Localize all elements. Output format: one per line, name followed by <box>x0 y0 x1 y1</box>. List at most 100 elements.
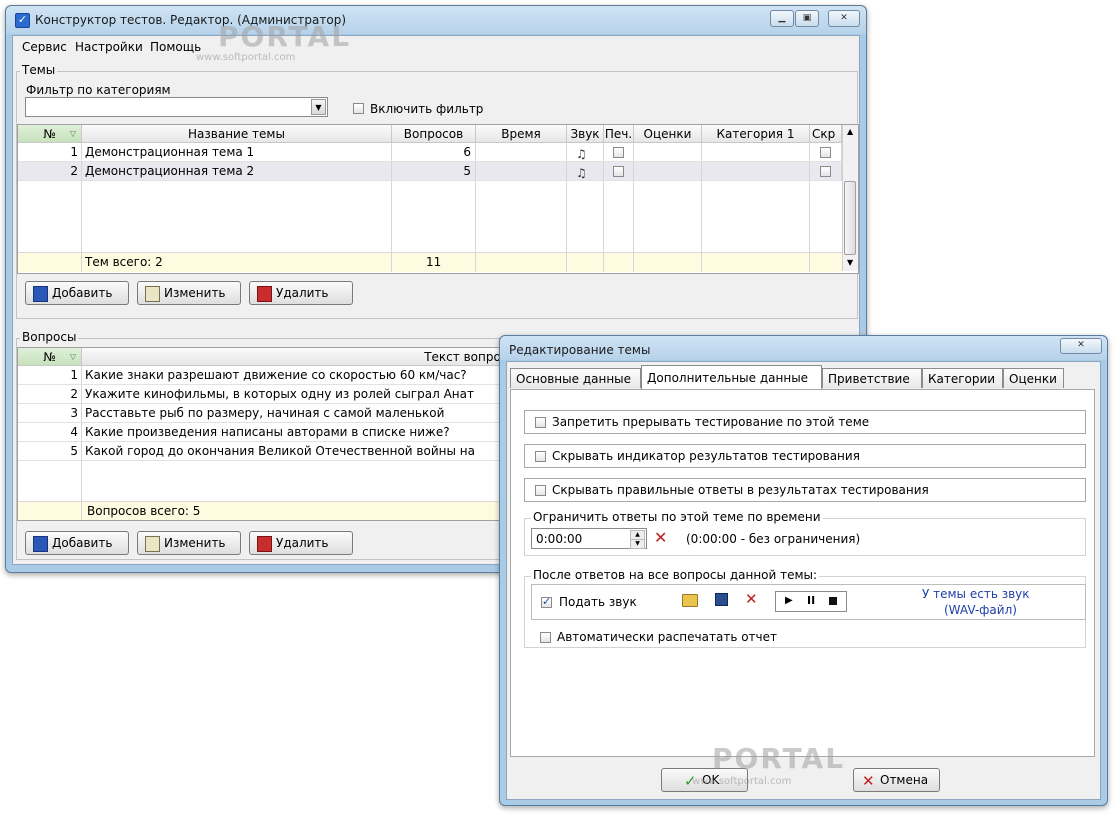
themes-scrollbar[interactable]: ▲ ▼ <box>842 125 858 271</box>
table-row[interactable]: 1 Демонстрационная тема 1 6 ♫ <box>18 143 842 162</box>
category-filter-select[interactable]: ▼ <box>25 97 328 117</box>
row-grades <box>634 143 702 162</box>
time-limit-input[interactable]: 0:00:00 ▲ ▼ <box>531 528 647 549</box>
tab-additional-data[interactable]: Дополнительные данные <box>641 365 822 389</box>
grid-line <box>603 181 604 252</box>
option-no-interrupt[interactable]: Запретить прерывать тестирование по этой… <box>524 410 1086 434</box>
row-category <box>702 143 810 162</box>
delete-sound-icon[interactable]: ✕ <box>745 590 758 608</box>
hidden-checkbox[interactable] <box>820 147 831 158</box>
themes-total-label: Тем всего: 2 <box>85 255 163 269</box>
no-interrupt-checkbox[interactable] <box>535 417 546 428</box>
grid-line <box>81 181 82 252</box>
col-category1[interactable]: Категория 1 <box>702 125 810 143</box>
row-num: 3 <box>18 404 82 423</box>
no-interrupt-label: Запретить прерывать тестирование по этой… <box>552 415 870 429</box>
grid-line <box>701 181 702 252</box>
grid-line <box>566 253 567 272</box>
grid-line <box>81 502 82 520</box>
clear-time-icon[interactable]: ✕ <box>654 528 667 547</box>
col-print[interactable]: Печ. <box>604 125 634 143</box>
menu-service[interactable]: Сервис <box>22 40 67 54</box>
grid-line <box>809 253 810 272</box>
stop-icon[interactable] <box>829 597 837 605</box>
tab-strip: Основные данные Дополнительные данные Пр… <box>510 365 1095 389</box>
sort-icon: ▽ <box>69 352 76 361</box>
hide-answers-checkbox[interactable] <box>535 485 546 496</box>
main-titlebar[interactable]: ✓ Конструктор тестов. Редактор. (Админис… <box>6 6 866 34</box>
hide-indicator-label: Скрывать индикатор результатов тестирова… <box>552 449 860 463</box>
col-grades[interactable]: Оценки <box>634 125 702 143</box>
print-checkbox[interactable] <box>613 166 624 177</box>
pause-icon[interactable]: II <box>807 594 815 607</box>
open-folder-icon[interactable] <box>682 594 698 607</box>
col-sound[interactable]: Звук <box>567 125 604 143</box>
play-icon[interactable]: ▶ <box>785 595 793 606</box>
col-time[interactable]: Время <box>476 125 567 143</box>
spinner-down-icon[interactable]: ▼ <box>630 539 645 549</box>
option-hide-indicator[interactable]: Скрывать индикатор результатов тестирова… <box>524 444 1086 468</box>
cancel-button[interactable]: ✕ Отмена <box>853 768 940 792</box>
minimize-button[interactable]: ▁ <box>770 10 794 27</box>
delete-icon <box>257 536 272 552</box>
player-controls: ▶ II <box>775 591 847 612</box>
theme-add-button[interactable]: Добавить <box>25 281 129 305</box>
theme-delete-button[interactable]: Удалить <box>249 281 353 305</box>
hide-answers-label: Скрывать правильные ответы в результатах… <box>552 483 929 497</box>
hidden-checkbox[interactable] <box>820 166 831 177</box>
dialog-close-button[interactable]: ✕ <box>1060 338 1102 354</box>
questions-group-label: Вопросы <box>20 330 79 344</box>
tab-categories[interactable]: Категории <box>922 368 1003 388</box>
option-hide-answers[interactable]: Скрывать правильные ответы в результатах… <box>524 478 1086 502</box>
tab-grades[interactable]: Оценки <box>1003 368 1064 388</box>
scroll-down-icon[interactable]: ▼ <box>847 258 853 267</box>
app-check-icon: ✓ <box>15 13 30 28</box>
sound-info-line2: (WAV-файл) <box>944 603 1017 617</box>
print-checkbox[interactable] <box>613 147 624 158</box>
row-num: 2 <box>18 162 82 181</box>
col-num[interactable]: № ▽ <box>18 125 82 143</box>
theme-edit-button[interactable]: Изменить <box>137 281 241 305</box>
tab-greeting[interactable]: Приветствие <box>822 368 922 388</box>
scroll-thumb[interactable] <box>844 181 856 255</box>
table-row[interactable]: 2 Демонстрационная тема 2 5 ♫ <box>18 162 842 181</box>
speaker-icon: ♫ <box>576 147 587 161</box>
row-print <box>604 143 634 162</box>
row-sound: ♫ <box>567 143 604 162</box>
play-sound-checkbox[interactable] <box>541 595 552 608</box>
row-print <box>604 162 634 181</box>
questions-total-label: Вопросов всего: 5 <box>87 504 201 518</box>
maximize-button[interactable]: ▣ <box>795 10 819 27</box>
question-edit-button[interactable]: Изменить <box>137 531 241 555</box>
save-disk-icon[interactable] <box>715 593 728 606</box>
auto-print-checkbox[interactable] <box>540 632 551 643</box>
grid-line <box>391 181 392 252</box>
row-num: 2 <box>18 385 82 404</box>
dialog-titlebar[interactable]: Редактирование темы ✕ <box>500 336 1107 360</box>
tab-page: Запретить прерывать тестирование по этой… <box>510 389 1095 757</box>
menu-help[interactable]: Помощь <box>150 40 201 54</box>
themes-total-count: 11 <box>426 255 442 269</box>
row-num: 1 <box>18 143 82 162</box>
chevron-down-icon[interactable]: ▼ <box>311 99 326 115</box>
question-add-button[interactable]: Добавить <box>25 531 129 555</box>
grid-line <box>701 253 702 272</box>
hide-indicator-checkbox[interactable] <box>535 451 546 462</box>
menu-settings[interactable]: Настройки <box>75 40 143 54</box>
enable-filter-checkbox[interactable] <box>353 103 364 114</box>
question-delete-button[interactable]: Удалить <box>249 531 353 555</box>
time-limit-label: Ограничить ответы по этой теме по времен… <box>531 510 823 524</box>
menu-bar: Сервис Настройки Помощь <box>13 36 859 56</box>
tab-main-data[interactable]: Основные данные <box>510 368 641 388</box>
cancel-x-icon: ✕ <box>862 772 875 790</box>
scroll-up-icon[interactable]: ▲ <box>847 127 853 136</box>
col-questions[interactable]: Вопросов <box>392 125 476 143</box>
row-time <box>476 143 567 162</box>
col-hidden[interactable]: Скр <box>810 125 842 143</box>
watermark-brand-2: PORTAL <box>712 742 846 775</box>
close-button[interactable]: ✕ <box>828 10 860 27</box>
col-name[interactable]: Название темы <box>82 125 392 143</box>
grid-line <box>603 253 604 272</box>
col-qnum[interactable]: № ▽ <box>18 348 82 366</box>
themes-footer-row: Тем всего: 2 11 <box>18 252 842 272</box>
